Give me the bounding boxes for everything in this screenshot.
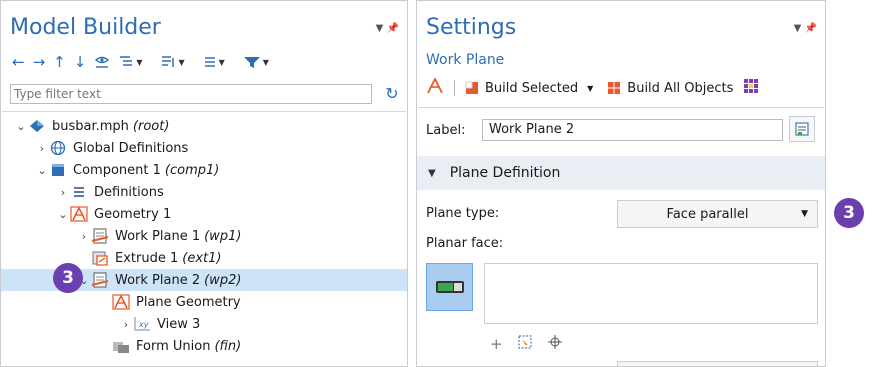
planar-face-label: Planar face: — [426, 236, 504, 251]
arrow-up-icon[interactable]: ↑ — [50, 52, 69, 72]
settings-title: Settings — [426, 15, 517, 40]
build-selected-label: Build Selected — [485, 80, 579, 96]
build-selected-button[interactable]: Build Selected ▼ — [465, 81, 593, 96]
partial-dropdown — [617, 361, 818, 366]
label-row: Label: Work Plane 2 — [426, 119, 783, 141]
collapse-triangle-icon[interactable]: ▼ — [428, 168, 436, 179]
plane-type-value: Face parallel — [666, 206, 749, 222]
chevron-right-icon[interactable]: › — [35, 142, 49, 155]
tree-tag: (wp1) — [204, 228, 242, 244]
plane-type-label: Plane type: — [426, 206, 500, 221]
chevron-down-icon[interactable]: ⌄ — [14, 120, 28, 133]
dropdown-arrow-icon: ▼ — [801, 209, 808, 219]
chevron-right-icon[interactable]: › — [77, 230, 91, 243]
build-all-label: Build All Objects — [627, 80, 734, 96]
tree-row-view[interactable]: › xy View 3 — [1, 313, 407, 335]
sort-icon[interactable]: ▼ — [157, 52, 187, 72]
tree-tag: (ext1) — [182, 250, 222, 266]
label-edit-button[interactable] — [789, 116, 815, 142]
select-box-icon[interactable] — [517, 334, 533, 354]
geometry-icon[interactable] — [426, 76, 444, 98]
tree-row-global-definitions[interactable]: › Global Definitions — [1, 137, 407, 159]
filter-input-box[interactable] — [10, 84, 372, 104]
tree-label: Global Definitions — [73, 140, 189, 156]
panel-menu-icon[interactable]: ▼ 📌 — [376, 23, 399, 34]
settings-toolbar: Build Selected ▼ Build All Objects — [426, 76, 759, 99]
tree-label: Geometry 1 — [94, 206, 172, 222]
grid-icon[interactable] — [743, 78, 759, 98]
filter-icon[interactable]: ▼ — [240, 52, 272, 72]
svg-text:xy: xy — [138, 320, 149, 329]
model-builder-toolbar: ← → ↑ ↓ ▼ ▼ ▼ ▼ — [9, 51, 272, 73]
tree-row-geometry[interactable]: ⌄ Geometry 1 — [1, 203, 407, 225]
tree-tag: (root) — [132, 118, 170, 134]
step-badge: 3 — [53, 263, 83, 293]
build-all-icon — [608, 82, 621, 94]
tree-row-root[interactable]: ⌄ busbar.mph (root) — [1, 115, 407, 137]
notes-icon — [795, 122, 809, 136]
settings-subtitle: Work Plane — [426, 52, 505, 68]
globe-icon — [49, 140, 67, 156]
show-icon[interactable] — [91, 52, 113, 72]
tree-label: busbar.mph — [52, 118, 129, 134]
model-builder-panel: Model Builder ▼ 📌 ← → ↑ ↓ ▼ ▼ ▼ ▼ ↻ — [0, 0, 408, 367]
tree-tag: (comp1) — [164, 162, 220, 178]
form-union-icon — [112, 338, 130, 354]
expand-icon[interactable]: ▼ — [115, 52, 145, 72]
chevron-down-icon[interactable]: ⌄ — [56, 208, 70, 221]
filter-input[interactable] — [11, 85, 371, 103]
active-toggle-button[interactable] — [426, 263, 473, 311]
dropdown-arrow-icon[interactable]: ▼ — [587, 84, 593, 93]
plane-definition-section[interactable]: ▼ Plane Definition — [417, 156, 825, 190]
work-plane-icon — [91, 228, 109, 244]
tree-row-form-union[interactable]: Form Union (fin) — [1, 335, 407, 357]
root-model-icon — [28, 118, 46, 134]
arrow-right-icon[interactable]: → — [30, 52, 49, 72]
chevron-right-icon[interactable]: › — [119, 318, 133, 331]
component-icon — [49, 162, 67, 178]
build-selected-icon — [465, 81, 478, 94]
settings-panel: Settings ▼ 📌 Work Plane Build Selected ▼… — [416, 0, 826, 367]
label-input[interactable]: Work Plane 2 — [482, 119, 783, 141]
tree-label: Plane Geometry — [136, 294, 241, 310]
plane-type-select[interactable]: Face parallel ▼ — [617, 200, 818, 228]
arrow-left-icon[interactable]: ← — [9, 52, 28, 72]
tree-tag: (wp2) — [204, 272, 242, 288]
selection-tools: + — [490, 334, 563, 354]
tree-row-definitions[interactable]: › Definitions — [1, 181, 407, 203]
step-badge-settings: 3 — [834, 198, 864, 228]
definitions-icon — [70, 184, 88, 200]
tree-label: Form Union — [136, 338, 211, 354]
tree-label: View 3 — [157, 316, 201, 332]
plane-geometry-icon — [112, 294, 130, 310]
selection-list[interactable] — [484, 263, 818, 324]
tree-tag: (fin) — [214, 338, 242, 354]
view-xy-icon: xy — [133, 316, 151, 332]
tree-label: Extrude 1 — [115, 250, 179, 266]
build-all-button[interactable]: Build All Objects — [607, 81, 733, 96]
chevron-right-icon[interactable]: › — [56, 186, 70, 199]
arrow-down-icon[interactable]: ↓ — [71, 52, 90, 72]
panel-menu-icon[interactable]: ▼ 📌 — [794, 23, 817, 34]
add-icon[interactable]: + — [490, 335, 503, 353]
zoom-selected-icon[interactable] — [547, 334, 563, 354]
geometry-icon — [70, 206, 88, 222]
label-key: Label: — [426, 122, 466, 138]
tree-label: Work Plane 2 — [115, 272, 201, 288]
tree-label: Component 1 — [73, 162, 161, 178]
model-builder-title: Model Builder — [10, 15, 161, 40]
chevron-down-icon[interactable]: ⌄ — [35, 164, 49, 177]
tree-row-work-plane-1[interactable]: › Work Plane 1 (wp1) — [1, 225, 407, 247]
list-view-icon[interactable]: ▼ — [200, 52, 228, 72]
toggle-switch-icon — [435, 281, 464, 293]
section-title: Plane Definition — [449, 165, 561, 181]
tree-label: Definitions — [94, 184, 164, 200]
extrude-icon — [91, 250, 109, 266]
tree-row-component[interactable]: ⌄ Component 1 (comp1) — [1, 159, 407, 181]
tree-row-plane-geometry[interactable]: Plane Geometry — [1, 291, 407, 313]
refresh-icon[interactable]: ↻ — [383, 84, 401, 104]
work-plane-icon — [91, 272, 109, 288]
tree-label: Work Plane 1 — [115, 228, 201, 244]
